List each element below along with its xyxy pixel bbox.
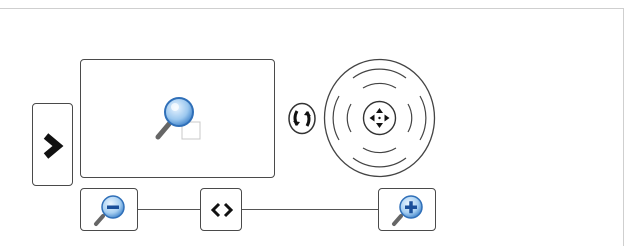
magnifier-icon	[149, 92, 209, 148]
fit-width-icon	[211, 202, 233, 218]
zoom-fit-button[interactable]	[200, 188, 242, 231]
zoom-slider-track[interactable]	[110, 209, 410, 210]
rotate-icon	[287, 102, 317, 135]
zoom-in-button[interactable]	[378, 188, 436, 231]
zoom-out-icon	[92, 192, 128, 228]
preview-box[interactable]	[80, 59, 275, 178]
rotate-button[interactable]	[287, 102, 317, 135]
chevron-right-icon	[37, 131, 69, 161]
zoom-out-button[interactable]	[80, 188, 138, 231]
expand-panel-button[interactable]	[32, 103, 73, 186]
pan-dial[interactable]	[323, 58, 436, 178]
pan-center-button[interactable]	[362, 100, 397, 136]
zoom-in-icon	[390, 192, 426, 228]
